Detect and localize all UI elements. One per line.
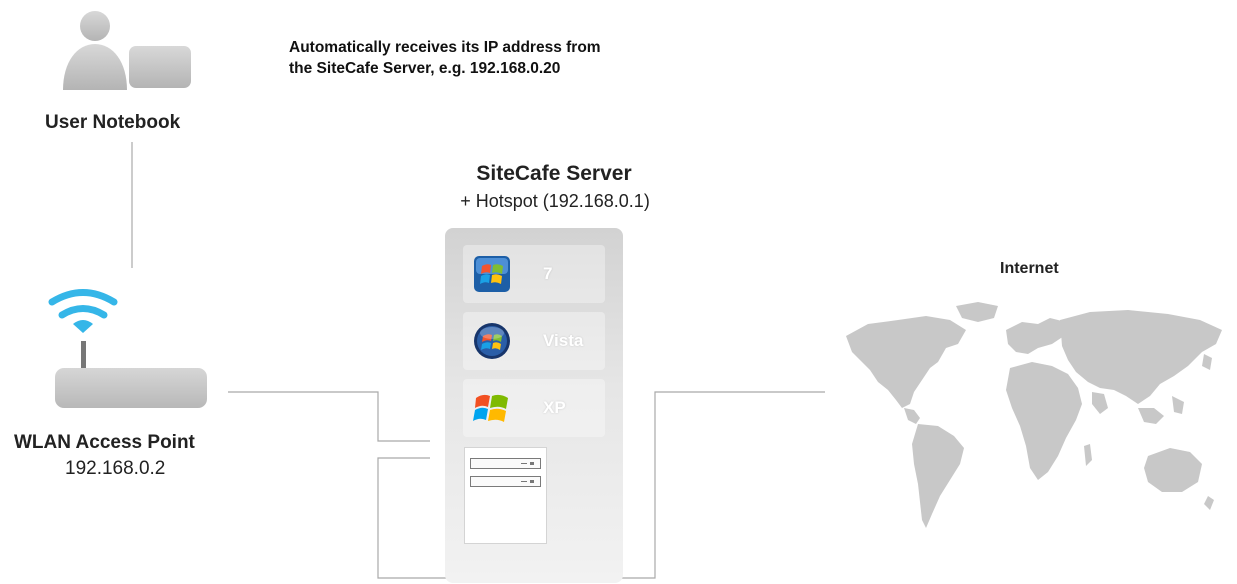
drive-bay-1 <box>470 458 541 469</box>
os-row-windows-7: 7 <box>463 245 605 303</box>
link-ap-server-upper <box>228 391 430 442</box>
wifi-router-icon <box>48 289 207 408</box>
internet-label: Internet <box>1000 260 1059 277</box>
server-title: SiteCafe Server <box>476 162 632 185</box>
user-notebook-icon <box>63 11 191 90</box>
os-row-windows-xp: XP <box>463 379 605 437</box>
os-label-vista: Vista <box>543 331 584 350</box>
windows-xp-logo-icon <box>473 394 508 422</box>
ip-note: Automatically receives its IP address fr… <box>289 37 601 79</box>
wifi-signal-icon <box>48 289 118 319</box>
drive-bay-2 <box>470 476 541 487</box>
access-point-label: WLAN Access Point <box>14 432 195 453</box>
windows-7-logo-icon <box>474 256 510 292</box>
ip-note-line1: Automatically receives its IP address fr… <box>289 39 601 56</box>
ip-note-line2: the SiteCafe Server, e.g. 192.168.0.20 <box>289 60 561 77</box>
server-subtitle: + Hotspot (192.168.0.1) <box>460 191 650 211</box>
server-drive-panel <box>464 447 547 544</box>
user-notebook-label: User Notebook <box>45 112 181 133</box>
access-point-ip: 192.168.0.2 <box>65 458 166 479</box>
os-label-xp: XP <box>543 398 566 417</box>
windows-vista-logo-icon <box>474 323 510 359</box>
os-row-windows-vista: Vista <box>463 312 605 370</box>
server-box: 7 Vista XP <box>445 228 623 583</box>
world-map <box>846 302 1222 528</box>
os-label-7: 7 <box>543 264 553 283</box>
